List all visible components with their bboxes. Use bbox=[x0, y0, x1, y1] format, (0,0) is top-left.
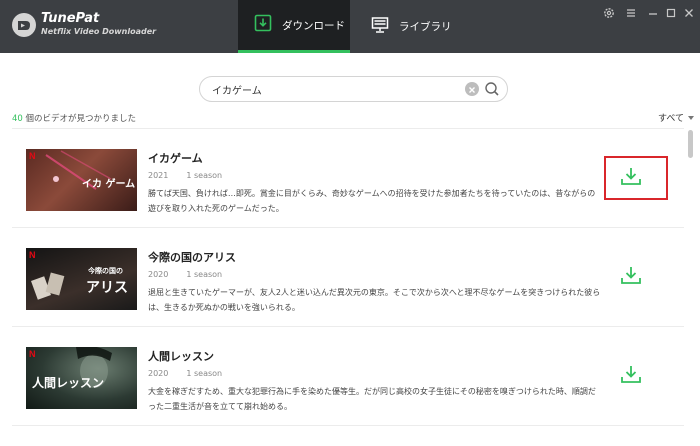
video-title: 今際の国のアリス bbox=[148, 251, 236, 264]
scrollbar-thumb[interactable] bbox=[688, 130, 693, 158]
result-count: 40 個のビデオが見つかりました bbox=[12, 112, 136, 124]
app-name: TunePat bbox=[41, 11, 100, 26]
title-bar: TunePat Netflix Video Downloader ダウンロード … bbox=[0, 0, 700, 53]
download-tab-icon bbox=[254, 14, 272, 36]
menu-icon[interactable] bbox=[624, 6, 638, 20]
video-thumbnail: N 今際の国の アリス bbox=[26, 248, 137, 310]
thumbnail-title-text: 人間レッスン bbox=[32, 376, 105, 390]
video-meta: 2021 1 season bbox=[148, 171, 222, 180]
netflix-logo: N bbox=[29, 349, 36, 359]
video-list: N イカ ゲーム イカゲーム 2021 1 season 勝てば天国、負ければ…即… bbox=[12, 128, 684, 446]
download-icon bbox=[620, 364, 642, 388]
video-year: 2020 bbox=[148, 369, 169, 378]
thumbnail-subtitle-text: 今際の国の bbox=[88, 267, 123, 275]
video-season: 1 season bbox=[186, 270, 223, 279]
download-button[interactable] bbox=[616, 165, 646, 191]
library-monitor-icon bbox=[371, 16, 389, 38]
filter-label: すべて bbox=[657, 114, 684, 124]
search-input[interactable] bbox=[212, 81, 452, 97]
video-thumbnail: N 人間レッスン bbox=[26, 347, 137, 409]
video-meta: 2020 1 season bbox=[148, 369, 222, 378]
download-icon bbox=[620, 265, 642, 289]
video-season: 1 season bbox=[186, 171, 223, 180]
thumbnail-title-text: アリス bbox=[86, 280, 128, 296]
tab-download[interactable]: ダウンロード bbox=[238, 0, 350, 53]
netflix-logo: N bbox=[29, 250, 36, 260]
video-title: 人間レッスン bbox=[148, 350, 214, 363]
app-subtitle: Netflix Video Downloader bbox=[41, 27, 157, 36]
list-item: N イカ ゲーム イカゲーム 2021 1 season 勝てば天国、負ければ…即… bbox=[12, 129, 684, 228]
video-description: 退屈と生きていたゲーマーが、友人2人と迷い込んだ異次元の東京。そこで次から次へと… bbox=[148, 288, 601, 312]
tab-library[interactable]: ライブラリ bbox=[355, 0, 467, 53]
maximize-icon[interactable] bbox=[664, 6, 678, 20]
chevron-down-icon bbox=[688, 115, 694, 120]
video-year: 2020 bbox=[148, 270, 169, 279]
download-button[interactable] bbox=[616, 264, 646, 290]
result-count-text: 個のビデオが見つかりました bbox=[22, 114, 137, 124]
result-count-number: 40 bbox=[12, 114, 23, 124]
thumbnail-title-text: イカ ゲーム bbox=[82, 179, 136, 190]
download-icon bbox=[620, 166, 642, 190]
tab-library-label: ライブラリ bbox=[399, 21, 452, 33]
video-description: 大金を稼ぎだすため、重大な犯罪行為に手を染めた優等生。だが同じ高校の女子生徒にそ… bbox=[148, 387, 596, 411]
video-description: 勝てば天国、負ければ…即死。賞金に目がくらみ、奇妙なゲームへの招待を受けた参加者… bbox=[148, 189, 596, 213]
settings-gear-icon[interactable] bbox=[602, 6, 616, 20]
netflix-logo: N bbox=[29, 151, 36, 161]
filter-dropdown[interactable]: すべて bbox=[658, 111, 694, 124]
list-item: N 人間レッスン 人間レッスン 2020 1 season 大金を稼ぎだすため、重… bbox=[12, 327, 684, 426]
tab-download-label: ダウンロード bbox=[282, 19, 345, 32]
close-icon[interactable] bbox=[682, 6, 696, 20]
minimize-icon[interactable] bbox=[646, 6, 660, 20]
app-logo-icon bbox=[12, 13, 36, 37]
list-item: N 今際の国の アリス 今際の国のアリス 2020 1 season 退屈と生きて… bbox=[12, 228, 684, 327]
video-year: 2021 bbox=[148, 171, 169, 180]
video-season: 1 season bbox=[186, 369, 223, 378]
video-meta: 2020 1 season bbox=[148, 270, 222, 279]
download-button[interactable] bbox=[616, 363, 646, 389]
search-box bbox=[199, 76, 508, 102]
video-title: イカゲーム bbox=[148, 152, 203, 165]
video-thumbnail: N イカ ゲーム bbox=[26, 149, 137, 211]
search-icon[interactable] bbox=[484, 81, 500, 97]
clear-search-icon[interactable] bbox=[465, 82, 479, 96]
